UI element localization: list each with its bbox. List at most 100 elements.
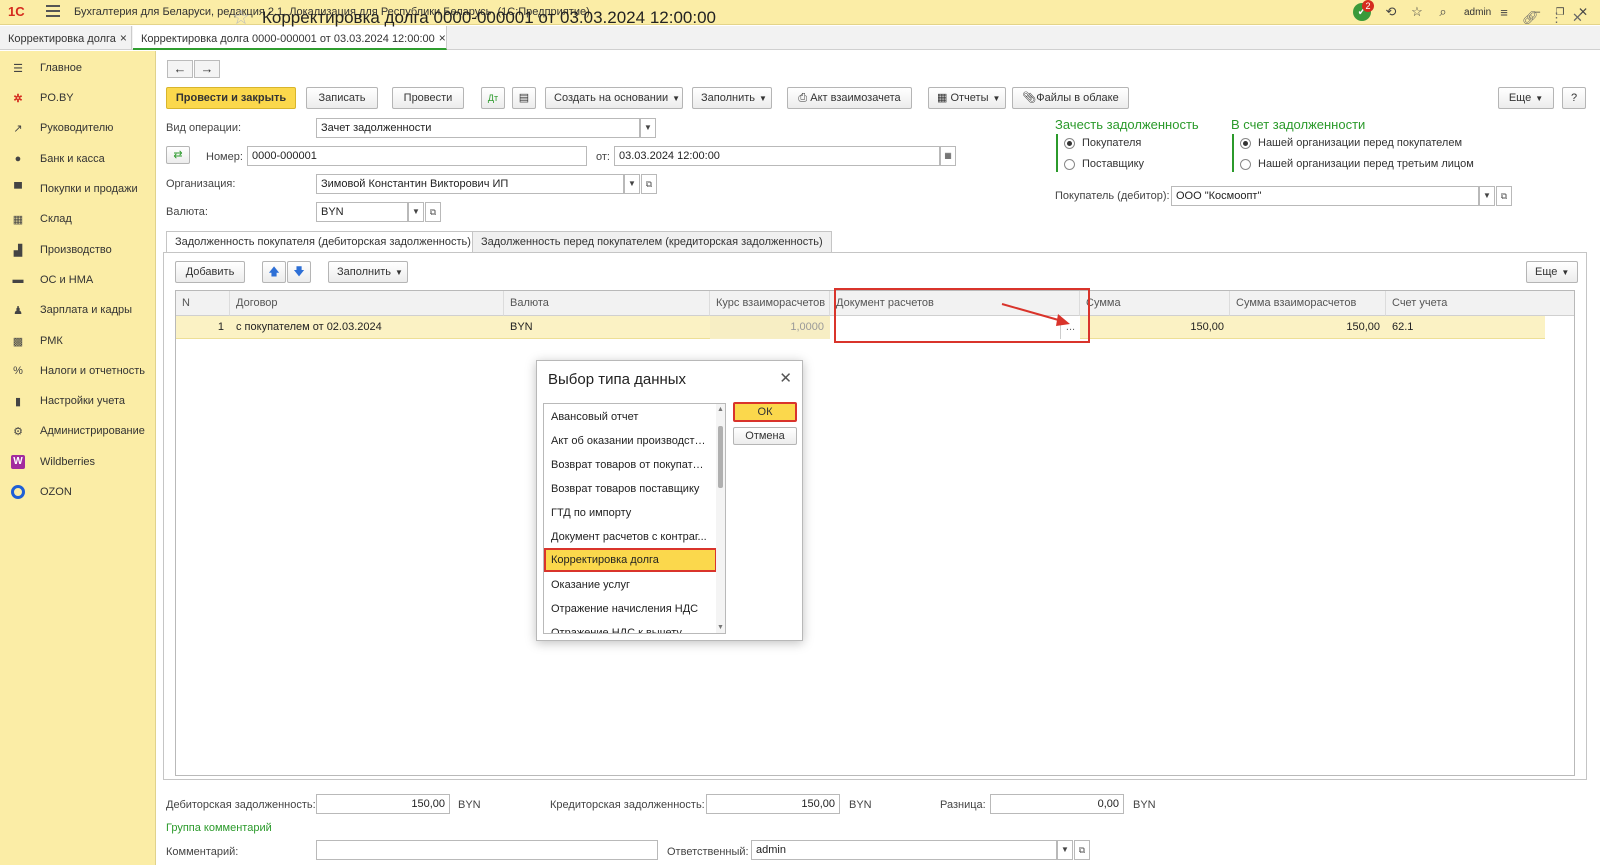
history-icon[interactable]: ⟲ bbox=[1382, 3, 1400, 21]
list-item[interactable]: Документ расчетов с контраг... bbox=[544, 525, 716, 549]
save-button[interactable]: Записать bbox=[306, 87, 378, 109]
organization-dropdown[interactable]: ▼ bbox=[624, 174, 640, 194]
list-item[interactable]: Акт об оказании производств... bbox=[544, 429, 716, 453]
sidebar-item-taxes[interactable]: % Налоги и отчетность bbox=[0, 359, 156, 383]
list-item[interactable]: Оказание услуг bbox=[544, 573, 716, 597]
help-button[interactable]: ? bbox=[1562, 87, 1586, 109]
operation-type-dropdown[interactable]: ▼ bbox=[640, 118, 656, 138]
table-more-button[interactable]: Еще ▼ bbox=[1526, 261, 1578, 283]
dt-kt-icon[interactable]: Дт bbox=[481, 87, 505, 109]
close-form-icon[interactable]: ✕ bbox=[1572, 10, 1583, 26]
col-header-contract[interactable]: Договор bbox=[230, 291, 504, 316]
list-item[interactable]: Отражение НДС к вычету bbox=[544, 621, 716, 633]
cell-settle-sum[interactable]: 150,00 bbox=[1230, 316, 1386, 339]
col-header-account[interactable]: Счет учета bbox=[1386, 291, 1574, 316]
responsible-open-icon[interactable]: ⧉ bbox=[1074, 840, 1090, 860]
currency-field[interactable]: BYN bbox=[316, 202, 408, 222]
fill-button[interactable]: Заполнить ▼ bbox=[692, 87, 772, 109]
list-item[interactable]: Авансовый отчет bbox=[544, 405, 716, 429]
operation-type-field[interactable]: Зачет задолженности bbox=[316, 118, 640, 138]
sidebar-item-accounting-settings[interactable]: ▮ Настройки учета bbox=[0, 389, 156, 413]
tab-debtor-debt[interactable]: Задолженность покупателя (дебиторская за… bbox=[166, 231, 480, 253]
buyer-field[interactable]: ООО "Космоопт" bbox=[1171, 186, 1479, 206]
reports-button[interactable]: ▦ Отчеты ▼ bbox=[928, 87, 1006, 109]
cell-currency[interactable]: BYN bbox=[504, 316, 710, 339]
back-button[interactable]: ← bbox=[167, 60, 193, 78]
list-scrollbar[interactable]: ▲ ▼ bbox=[716, 404, 725, 633]
scroll-down-icon[interactable]: ▼ bbox=[717, 624, 724, 631]
sidebar-item-pos[interactable]: ▩ РМК bbox=[0, 329, 156, 353]
add-row-button[interactable]: Добавить bbox=[175, 261, 245, 283]
favorite-star-icon[interactable]: ☆ bbox=[232, 5, 250, 30]
radio-our-org-to-third-party[interactable]: Нашей организации перед третьим лицом bbox=[1240, 158, 1474, 170]
window-tab-document[interactable]: Корректировка долга 0000-000001 от 03.03… bbox=[133, 26, 447, 50]
sidebar-item-administration[interactable]: ⚙ Администрирование bbox=[0, 419, 156, 443]
buyer-open-icon[interactable]: ⧉ bbox=[1496, 186, 1512, 206]
list-item-selected[interactable]: Корректировка долга bbox=[544, 548, 717, 572]
scroll-thumb[interactable] bbox=[718, 426, 723, 488]
radio-buyer[interactable]: Покупателя bbox=[1064, 137, 1141, 149]
scroll-up-icon[interactable]: ▲ bbox=[717, 406, 724, 413]
list-item[interactable]: Возврат товаров от покупателя bbox=[544, 453, 716, 477]
sidebar-item-poby[interactable]: ✲ PO.BY bbox=[0, 86, 156, 110]
col-header-settle-sum[interactable]: Сумма взаиморасчетов bbox=[1230, 291, 1386, 316]
sidebar-item-main[interactable]: ☰ Главное bbox=[0, 56, 156, 80]
settings-menu-icon[interactable]: ≡ bbox=[1496, 3, 1512, 21]
cell-sum[interactable]: 150,00 bbox=[1080, 316, 1230, 339]
sidebar-item-production[interactable]: ▟ Производство bbox=[0, 238, 156, 262]
responsible-field[interactable]: admin bbox=[751, 840, 1057, 860]
sidebar-item-bank[interactable]: ● Банк и касса bbox=[0, 147, 156, 171]
radio-supplier[interactable]: Поставщику bbox=[1064, 158, 1144, 170]
buyer-dropdown[interactable]: ▼ bbox=[1479, 186, 1495, 206]
link-icon[interactable]: 🔗︎ bbox=[1522, 10, 1539, 26]
main-menu-icon[interactable] bbox=[46, 5, 60, 17]
ok-button[interactable]: ОК bbox=[733, 402, 797, 422]
print-form-icon[interactable]: ▤ bbox=[512, 87, 536, 109]
forward-button[interactable]: → bbox=[194, 60, 220, 78]
comment-field[interactable] bbox=[316, 840, 658, 860]
cloud-files-button[interactable]: 📎︎Файлы в облаке bbox=[1012, 87, 1129, 109]
calendar-icon[interactable]: ▦ bbox=[940, 146, 956, 166]
cell-account[interactable]: 62.1 bbox=[1386, 316, 1574, 339]
radio-our-org-to-buyer[interactable]: Нашей организации перед покупателем bbox=[1240, 137, 1462, 149]
favorites-icon[interactable]: ☆ bbox=[1408, 3, 1426, 21]
post-button[interactable]: Провести bbox=[392, 87, 464, 109]
more-vert-icon[interactable]: ⋮ bbox=[1550, 10, 1563, 26]
table-fill-button[interactable]: Заполнить ▼ bbox=[328, 261, 408, 283]
post-and-close-button[interactable]: Провести и закрыть bbox=[166, 87, 296, 109]
cell-contract[interactable]: с покупателем от 02.03.2024 bbox=[230, 316, 504, 339]
create-based-on-button[interactable]: Создать на основании ▼ bbox=[545, 87, 683, 109]
move-up-icon[interactable]: 🡅 bbox=[262, 261, 286, 283]
organization-open-icon[interactable]: ⧉ bbox=[641, 174, 657, 194]
sidebar-item-purchases-sales[interactable]: ▀ Покупки и продажи bbox=[0, 177, 156, 201]
comments-group-link[interactable]: Группа комментарий bbox=[166, 822, 272, 834]
close-tab-icon[interactable]: × bbox=[439, 31, 446, 45]
cancel-button[interactable]: Отмена bbox=[733, 427, 797, 445]
sidebar-item-payroll[interactable]: ♟ Зарплата и кадры bbox=[0, 298, 156, 322]
current-user[interactable]: admin bbox=[1464, 7, 1491, 18]
responsible-dropdown[interactable]: ▼ bbox=[1057, 840, 1073, 860]
number-field[interactable]: 0000-000001 bbox=[247, 146, 587, 166]
list-item[interactable]: Возврат товаров поставщику bbox=[544, 477, 716, 501]
number-edit-icon[interactable]: ⇄ bbox=[166, 146, 190, 164]
tab-creditor-debt[interactable]: Задолженность перед покупателем (кредито… bbox=[472, 231, 832, 253]
col-header-n[interactable]: N bbox=[176, 291, 230, 316]
currency-dropdown[interactable]: ▼ bbox=[408, 202, 424, 222]
col-header-currency[interactable]: Валюта bbox=[504, 291, 710, 316]
sidebar-item-wildberries[interactable]: W Wildberries bbox=[0, 450, 156, 474]
list-item[interactable]: ГТД по импорту bbox=[544, 501, 716, 525]
move-down-icon[interactable]: 🡇 bbox=[287, 261, 311, 283]
sidebar-item-warehouse[interactable]: ▦ Склад bbox=[0, 207, 156, 231]
sidebar-item-ozon[interactable]: OZON bbox=[0, 480, 156, 504]
currency-open-icon[interactable]: ⧉ bbox=[425, 202, 441, 222]
list-item[interactable]: Отражение начисления НДС bbox=[544, 597, 716, 621]
col-header-sum[interactable]: Сумма bbox=[1080, 291, 1230, 316]
sidebar-item-fixed-assets[interactable]: ▬ ОС и НМА bbox=[0, 268, 156, 292]
date-field[interactable]: 03.03.2024 12:00:00 bbox=[614, 146, 940, 166]
organization-field[interactable]: Зимовой Константин Викторович ИП bbox=[316, 174, 624, 194]
dialog-close-icon[interactable]: ✕ bbox=[779, 369, 792, 387]
window-tab-list[interactable]: Корректировка долга × bbox=[0, 26, 132, 50]
more-button[interactable]: Еще ▼ bbox=[1498, 87, 1554, 109]
search-icon[interactable]: ⌕ bbox=[1434, 3, 1452, 21]
offset-act-button[interactable]: ⎙ Акт взаимозачета bbox=[787, 87, 912, 109]
